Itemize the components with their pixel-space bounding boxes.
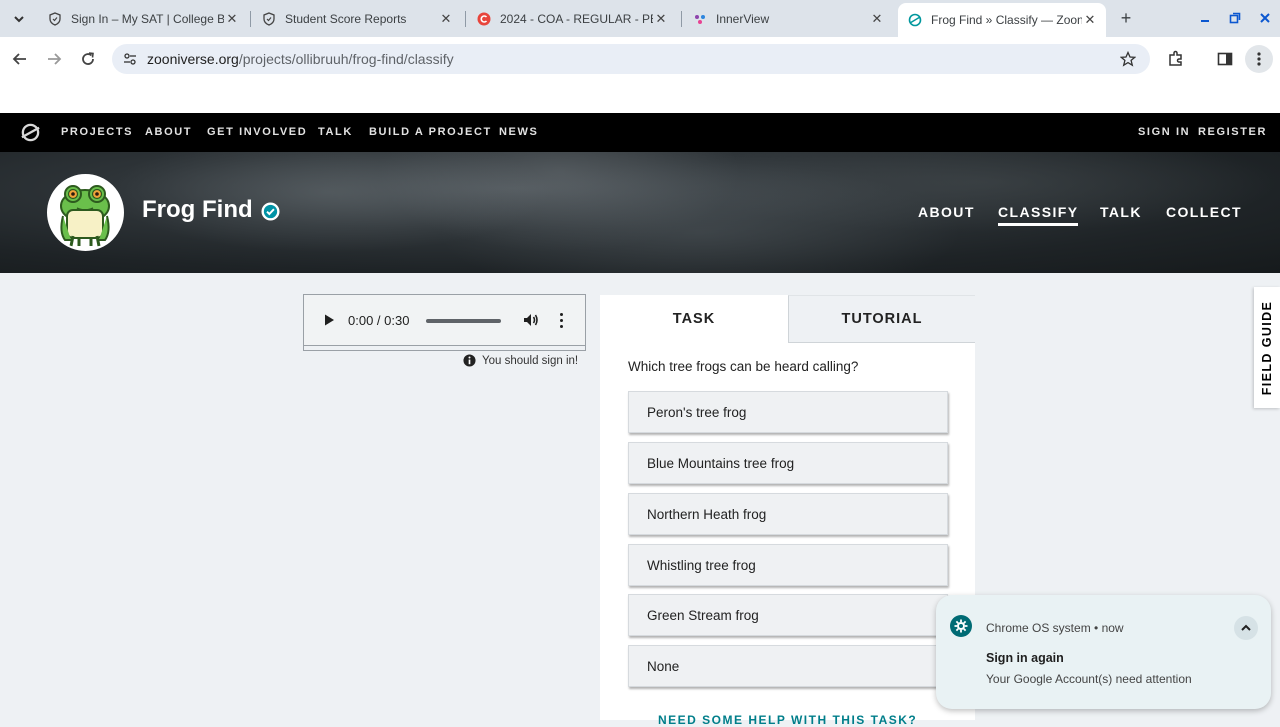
nav-talk[interactable]: TALK — [318, 126, 353, 138]
zooniverse-logo-icon[interactable] — [20, 122, 41, 143]
project-avatar[interactable] — [47, 174, 124, 251]
arrow-left-icon — [12, 53, 26, 65]
frog-avatar-icon — [49, 176, 122, 249]
task-question: Which tree frogs can be heard calling? — [628, 359, 859, 374]
tab-task[interactable]: TASK — [600, 295, 788, 343]
tab-tutorial[interactable]: TUTORIAL — [788, 295, 975, 343]
tab-separator — [465, 11, 466, 27]
bookmark-star-icon[interactable] — [1118, 49, 1138, 69]
audio-more-options-icon[interactable] — [556, 311, 566, 329]
forward-button[interactable] — [42, 47, 66, 71]
notification-title: Sign in again — [986, 651, 1064, 665]
tab-search-button[interactable] — [8, 8, 30, 30]
answer-option[interactable]: Northern Heath frog — [628, 493, 948, 535]
field-guide-tab[interactable]: FIELD GUIDE — [1254, 287, 1280, 408]
register-link[interactable]: REGISTER — [1198, 126, 1267, 138]
arrow-right-icon — [48, 53, 62, 65]
project-header: Frog Find ABOUT CLASSIFY TALK COLLECT — [0, 152, 1280, 273]
tab-title: Frog Find » Classify — Zooniverse — [931, 13, 1082, 27]
browser-tab[interactable]: Student Score Reports ✕ — [252, 4, 462, 34]
nav-get-involved[interactable]: GET INVOLVED — [207, 126, 307, 138]
tab-title: InnerView — [716, 12, 770, 26]
dots-icon — [693, 12, 707, 26]
side-panel-icon[interactable] — [1213, 47, 1237, 71]
tab-separator — [681, 11, 682, 27]
new-tab-button[interactable]: + — [1116, 8, 1136, 28]
project-nav-talk[interactable]: TALK — [1100, 204, 1142, 220]
answer-option[interactable]: Whistling tree frog — [628, 544, 948, 586]
answer-option[interactable]: Green Stream frog — [628, 594, 948, 636]
gear-icon — [950, 615, 972, 637]
url-host: zooniverse.org — [147, 51, 239, 67]
notification-time: now — [1101, 621, 1124, 635]
site-info-icon[interactable] — [120, 49, 140, 69]
close-tab-icon[interactable]: ✕ — [1082, 12, 1098, 28]
zooniverse-top-nav: PROJECTS ABOUT GET INVOLVED TALK BUILD A… — [0, 113, 1280, 152]
sign-in-note: You should sign in! — [463, 354, 578, 367]
close-tab-icon[interactable]: ✕ — [438, 11, 454, 27]
close-tab-icon[interactable]: ✕ — [653, 11, 669, 27]
answer-option[interactable]: None — [628, 645, 948, 687]
nav-projects[interactable]: PROJECTS — [61, 126, 133, 138]
close-tab-icon[interactable]: ✕ — [224, 11, 240, 27]
close-window-icon[interactable] — [1255, 8, 1275, 28]
audio-frame-border — [303, 346, 586, 351]
chevron-down-icon — [14, 16, 24, 23]
volume-icon[interactable] — [522, 311, 540, 329]
minimize-icon[interactable] — [1195, 8, 1215, 28]
zooniverse-icon — [908, 13, 922, 27]
chevron-up-icon — [1241, 624, 1251, 631]
reload-button[interactable] — [76, 47, 100, 71]
address-bar[interactable]: zooniverse.org/projects/ollibruuh/frog-f… — [112, 44, 1150, 74]
browser-tab[interactable]: InnerView ✕ — [683, 4, 893, 34]
restore-icon[interactable] — [1225, 8, 1245, 28]
sign-in-note-text: You should sign in! — [482, 354, 579, 367]
tab-strip: Sign In – My SAT | College Board ✕ Stude… — [0, 0, 1280, 37]
browser-tab[interactable]: 2024 - COA - REGULAR - PED ✕ — [467, 4, 677, 34]
project-nav-about[interactable]: ABOUT — [918, 204, 975, 220]
system-notification[interactable]: Chrome OS system • now Sign in again You… — [936, 595, 1271, 709]
browser-tab-active[interactable]: Frog Find » Classify — Zooniverse ✕ — [898, 3, 1106, 37]
notification-source-line: Chrome OS system • now — [986, 621, 1124, 635]
c-logo-icon — [477, 12, 491, 26]
tab-separator — [250, 11, 251, 27]
back-button[interactable] — [8, 47, 32, 71]
browser-menu-icon[interactable] — [1245, 45, 1273, 73]
audio-player: 0:00 / 0:30 — [303, 294, 586, 346]
url-path: /projects/ollibruuh/frog-find/classify — [238, 51, 454, 67]
extensions-icon[interactable] — [1164, 47, 1188, 71]
close-tab-icon[interactable]: ✕ — [869, 11, 885, 27]
answer-option[interactable]: Blue Mountains tree frog — [628, 442, 948, 484]
play-icon[interactable] — [322, 313, 336, 327]
shield-icon — [262, 12, 276, 26]
task-panel: TASK TUTORIAL Which tree frogs can be he… — [600, 295, 975, 727]
shield-icon — [48, 12, 62, 26]
project-title[interactable]: Frog Find — [142, 196, 253, 224]
task-help-link[interactable]: NEED SOME HELP WITH THIS TASK? — [658, 713, 917, 727]
page-top-spacer — [0, 82, 1280, 113]
url-text: zooniverse.org/projects/ollibruuh/frog-f… — [147, 51, 454, 67]
nav-build-a-project[interactable]: BUILD A PROJECT — [369, 126, 492, 138]
audio-progress-bar[interactable] — [426, 319, 501, 323]
tab-title: Student Score Reports — [285, 12, 407, 26]
tab-title: Sign In – My SAT | College Board — [71, 12, 224, 26]
browser-tab[interactable]: Sign In – My SAT | College Board ✕ — [38, 4, 248, 34]
nav-about[interactable]: ABOUT — [145, 126, 192, 138]
audio-time: 0:00 / 0:30 — [348, 313, 410, 328]
answer-option[interactable]: Peron's tree frog — [628, 391, 948, 433]
tab-title: 2024 - COA - REGULAR - PED — [500, 12, 653, 26]
verified-badge-icon — [261, 202, 280, 221]
reload-icon — [82, 52, 94, 65]
task-tabs: TASK TUTORIAL — [600, 295, 975, 343]
notification-message: Your Google Account(s) need attention — [986, 672, 1192, 686]
info-icon — [463, 354, 476, 367]
project-nav-classify[interactable]: CLASSIFY — [998, 204, 1079, 226]
collapse-notification-button[interactable] — [1234, 616, 1258, 640]
sign-in-link[interactable]: SIGN IN — [1138, 126, 1190, 138]
field-guide-label: FIELD GUIDE — [1260, 300, 1274, 395]
nav-news[interactable]: NEWS — [499, 126, 538, 138]
notification-source: Chrome OS system — [986, 621, 1091, 635]
browser-toolbar: zooniverse.org/projects/ollibruuh/frog-f… — [0, 37, 1280, 82]
project-nav-collect[interactable]: COLLECT — [1166, 204, 1242, 220]
